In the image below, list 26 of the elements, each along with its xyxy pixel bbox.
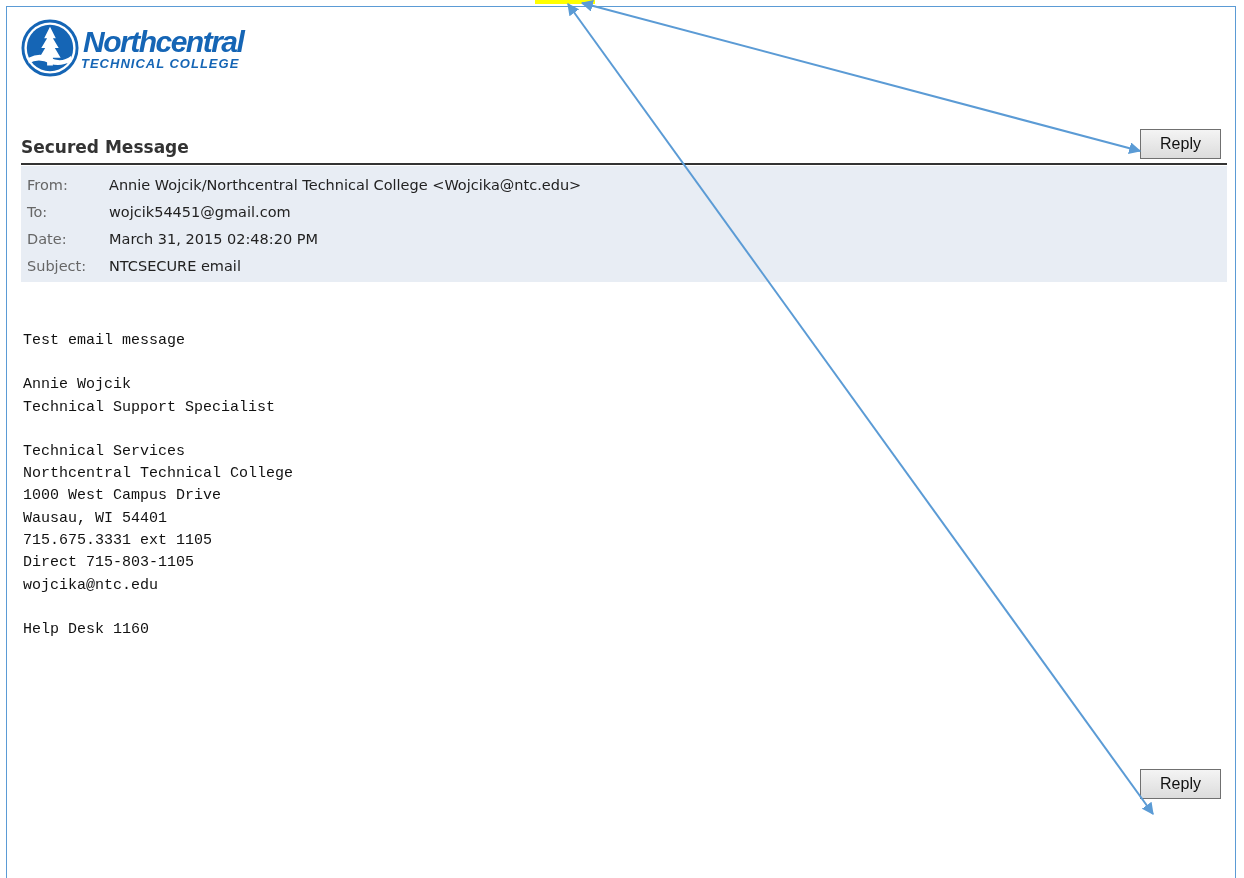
tree-emblem-icon	[21, 19, 79, 77]
body-text-line: wojcika@ntc.edu	[23, 575, 160, 596]
body-text-line: Wausau, WI 54401	[23, 508, 169, 529]
body-text-line: 1000 West Campus Drive	[23, 486, 223, 507]
header-value: Annie Wojcik/Northcentral Technical College <Wojcika@ntc.edu>	[109, 176, 582, 193]
header-value: NTCSECURE email	[109, 257, 241, 274]
header-label: To:	[27, 203, 49, 220]
body-text-line: Direct 715-803-1105	[23, 553, 196, 574]
body-text-line: Technical Services	[23, 441, 187, 462]
body-text-line: Technical Support Specialist	[23, 397, 277, 418]
reply-button[interactable]: Reply	[1140, 769, 1221, 800]
message-heading: Secured Message	[21, 137, 189, 159]
highlight-marker	[535, 0, 595, 4]
body-text-line: 715.675.3331 ext 1105	[23, 531, 214, 552]
body-text-line: Northcentral Technical College	[23, 464, 295, 485]
body-text-line: Test email message	[23, 331, 187, 351]
logo-subtitle: TECHNICAL COLLEGE	[81, 56, 241, 70]
header-label: From:	[27, 176, 69, 193]
logo-name: Northcentral	[83, 26, 244, 57]
body-text-line: Help Desk 1160	[23, 619, 151, 640]
reply-button[interactable]: Reply	[1140, 129, 1221, 159]
header-label: Subject:	[27, 257, 88, 274]
body-text-line: Annie Wojcik	[23, 375, 133, 396]
header-value: March 31, 2015 02:48:20 PM	[109, 230, 318, 247]
header-value: wojcik54451@gmail.com	[109, 203, 291, 220]
header-label: Date:	[27, 230, 68, 247]
